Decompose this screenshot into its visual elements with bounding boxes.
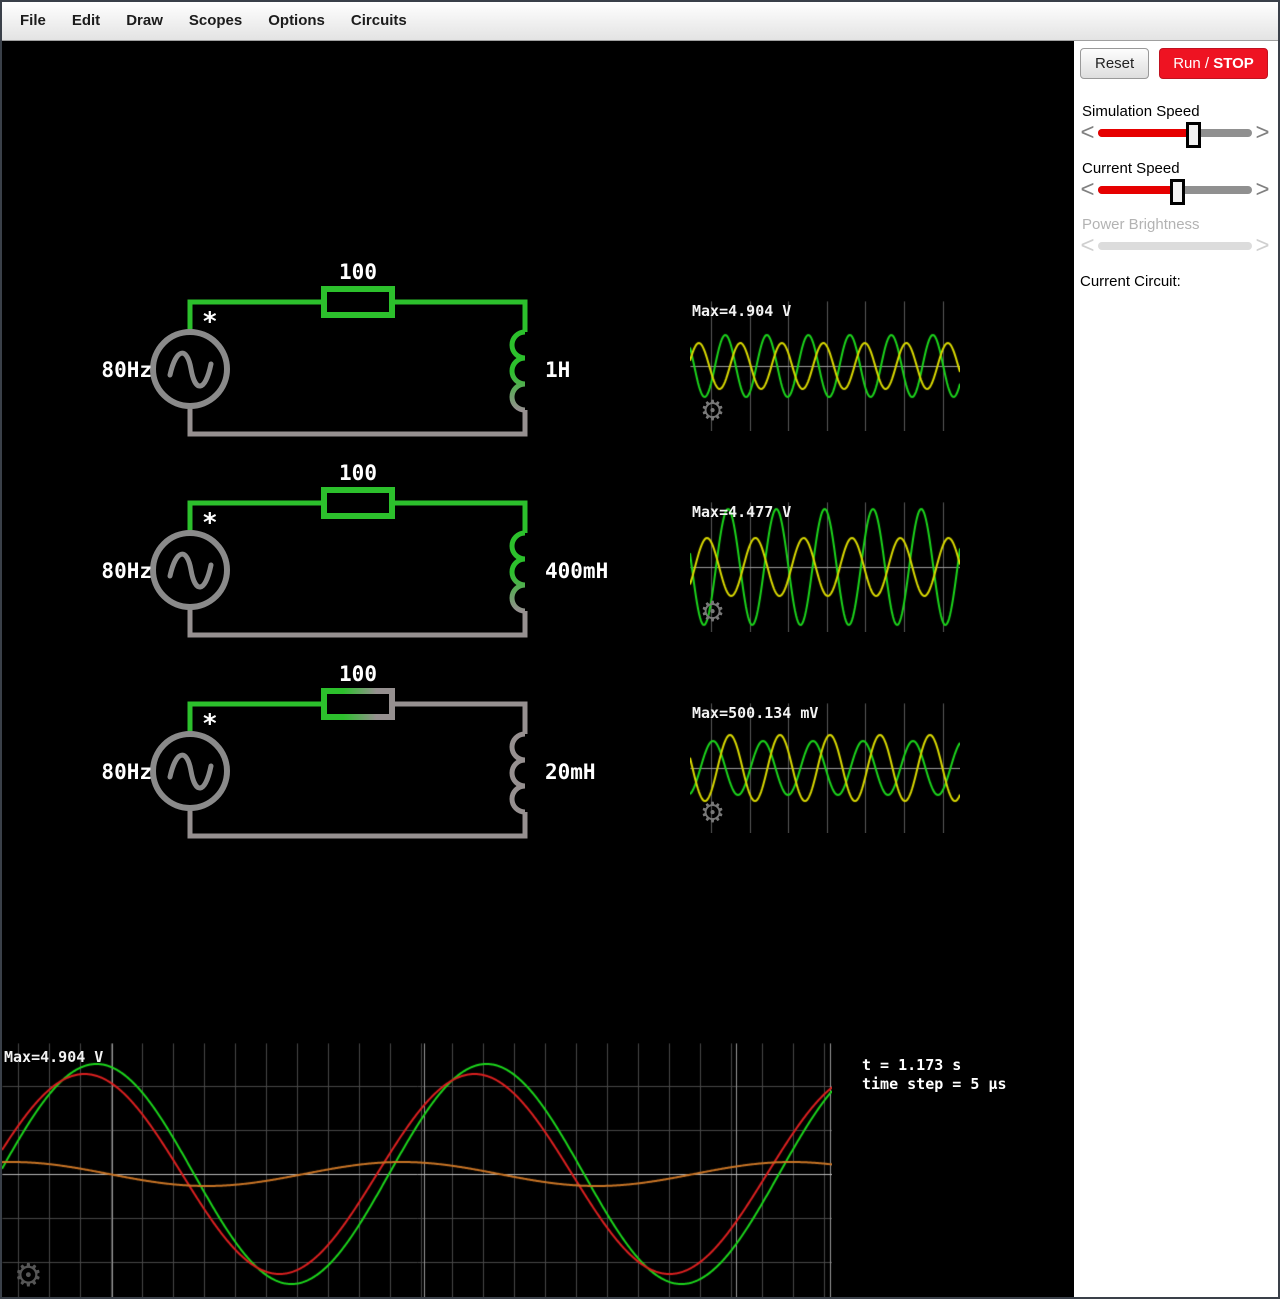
inductor-value-label: 400mH <box>545 559 608 583</box>
slider-thumb[interactable] <box>1169 179 1185 205</box>
sim-time: t = 1.173 s <box>862 1056 962 1074</box>
sim-time-step: time step = 5 µs <box>862 1075 1007 1093</box>
scope-20mh[interactable] <box>690 703 960 833</box>
resistor-value-label: 100 <box>339 260 377 284</box>
scope-main[interactable] <box>2 1043 832 1297</box>
resistor-1[interactable] <box>321 286 395 318</box>
source-marker: * <box>202 508 218 538</box>
source-marker: * <box>202 307 218 337</box>
sine-icon <box>167 551 214 590</box>
chevron-right-icon[interactable]: > <box>1255 121 1270 145</box>
scope-settings-gear-icon[interactable]: ⚙ <box>700 799 725 827</box>
run-label: Run / <box>1173 55 1214 72</box>
slider-thumb[interactable] <box>1186 122 1202 148</box>
simulation-speed-slider: Simulation Speed < > <box>1080 103 1270 148</box>
slider-label: Current Speed <box>1082 160 1180 177</box>
inductor-value-label: 20mH <box>545 760 596 784</box>
reset-button[interactable]: Reset <box>1080 48 1150 79</box>
source-marker: * <box>202 709 218 739</box>
menu-circuits[interactable]: Circuits <box>338 2 420 40</box>
chevron-left-icon: < <box>1080 232 1095 259</box>
scope-400mh[interactable] <box>690 502 960 632</box>
resistor-value-label: 100 <box>339 662 377 686</box>
menu-file[interactable]: File <box>7 2 59 40</box>
inductor-1[interactable] <box>509 329 526 413</box>
slider-label: Simulation Speed <box>1082 103 1200 120</box>
circuit-canvas[interactable]: 80Hz 1H 100 * 80Hz 400mH 100 * 80Hz 20mH… <box>2 41 1074 1297</box>
wire[interactable] <box>392 701 528 734</box>
wire[interactable] <box>187 607 528 638</box>
source-frequency-label: 80Hz <box>101 760 152 784</box>
slider-track[interactable] <box>1098 122 1252 148</box>
sine-icon <box>167 350 214 389</box>
menu-options[interactable]: Options <box>255 2 338 40</box>
circuit-1: 80Hz 1H 100 * <box>101 260 570 437</box>
circuit-2: 80Hz 400mH 100 * <box>101 461 608 638</box>
app-window: File Edit Draw Scopes Options Circuits 8… <box>0 0 1280 1299</box>
scope-settings-gear-icon[interactable]: ⚙ <box>700 598 725 626</box>
slider-fill <box>1098 186 1177 194</box>
chevron-left-icon[interactable]: < <box>1080 178 1095 202</box>
scope-settings-gear-icon[interactable]: ⚙ <box>14 1259 43 1291</box>
run-stop-button[interactable]: Run / STOP <box>1159 48 1268 79</box>
inductor-3[interactable] <box>509 731 526 815</box>
menu-edit[interactable]: Edit <box>59 2 113 40</box>
current-circuit-label: Current Circuit: <box>1080 273 1181 290</box>
stop-label: STOP <box>1213 55 1254 72</box>
scope-max-label: Max=4.477 V <box>692 503 792 521</box>
menu-draw[interactable]: Draw <box>113 2 176 40</box>
wire[interactable] <box>392 500 528 533</box>
circuit-3: 80Hz 20mH 100 * <box>101 662 596 839</box>
chevron-right-icon: > <box>1255 232 1270 259</box>
scope-max-label: Max=500.134 mV <box>692 704 819 722</box>
inductor-value-label: 1H <box>545 358 570 382</box>
source-frequency-label: 80Hz <box>101 559 152 583</box>
current-speed-slider: Current Speed < > <box>1080 160 1270 205</box>
scope-max-label: Max=4.904 V <box>692 302 792 320</box>
power-brightness-slider: Power Brightness < > <box>1080 216 1270 259</box>
slider-fill <box>1098 129 1194 137</box>
chevron-left-icon[interactable]: < <box>1080 121 1095 145</box>
resistor-value-label: 100 <box>339 461 377 485</box>
control-panel: Reset Run / STOP Simulation Speed < > Cu… <box>1074 41 1278 1297</box>
wire[interactable] <box>187 406 528 437</box>
scope-settings-gear-icon[interactable]: ⚙ <box>700 397 725 425</box>
resistor-2[interactable] <box>321 487 395 519</box>
sine-icon <box>167 752 214 791</box>
wire[interactable] <box>392 299 528 332</box>
inductor-2[interactable] <box>509 530 526 614</box>
slider-track[interactable] <box>1098 179 1252 205</box>
scope-1h[interactable] <box>690 301 960 431</box>
menu-bar: File Edit Draw Scopes Options Circuits <box>2 2 1278 41</box>
chevron-right-icon[interactable]: > <box>1255 178 1270 202</box>
source-frequency-label: 80Hz <box>101 358 152 382</box>
scope-max-label: Max=4.904 V <box>4 1048 104 1066</box>
resistor-3[interactable] <box>321 688 395 720</box>
slider-track <box>1098 242 1252 250</box>
wire[interactable] <box>187 808 528 839</box>
slider-label: Power Brightness <box>1082 216 1200 233</box>
menu-scopes[interactable]: Scopes <box>176 2 255 40</box>
